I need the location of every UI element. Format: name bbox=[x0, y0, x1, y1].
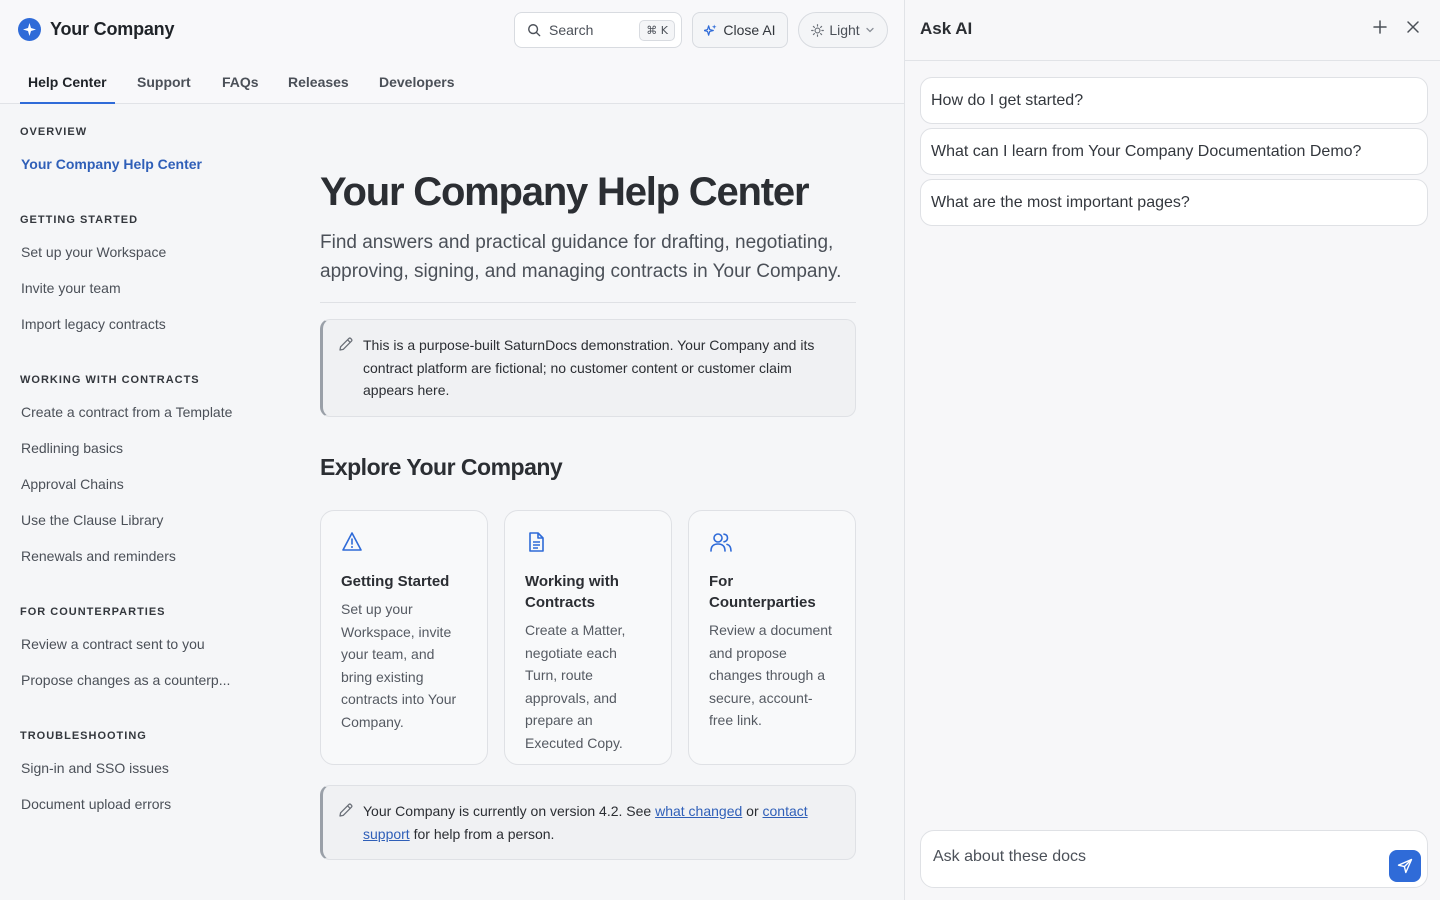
chevron-down-icon bbox=[866, 27, 874, 33]
sidebar-item-redlining[interactable]: Redlining basics bbox=[21, 440, 123, 456]
docs-area: Your Company Search ⌘ K Close AI Light H… bbox=[0, 0, 904, 900]
sidebar-item-invite-team[interactable]: Invite your team bbox=[21, 280, 121, 296]
sidebar-heading-troubleshooting: TROUBLESHOOTING bbox=[20, 730, 147, 742]
card-description: Create a Matter, negotiate each Turn, ro… bbox=[525, 622, 626, 751]
tab-releases[interactable]: Releases bbox=[288, 60, 349, 104]
pencil-icon bbox=[338, 336, 354, 359]
sparkle-icon bbox=[704, 23, 717, 36]
page-lead: Find answers and practical guidance for … bbox=[320, 232, 842, 282]
close-ai-label: Close AI bbox=[723, 22, 776, 38]
sidebar-heading-working: WORKING WITH CONTRACTS bbox=[20, 374, 200, 386]
sun-icon bbox=[811, 23, 825, 37]
pencil-icon bbox=[338, 802, 354, 825]
ask-ai-input[interactable] bbox=[933, 845, 1373, 869]
send-button[interactable] bbox=[1389, 850, 1421, 882]
tab-developers[interactable]: Developers bbox=[379, 60, 454, 104]
card-working-with-contracts[interactable]: Working with Contracts Create a Matter, … bbox=[504, 510, 672, 765]
ask-ai-panel: Ask AI How do I get started? What can I … bbox=[904, 0, 1440, 900]
sidebar-heading-getting-started: GETTING STARTED bbox=[20, 214, 139, 226]
card-title: For Counterparties bbox=[709, 573, 816, 611]
brand-name: Your Company bbox=[50, 19, 175, 39]
card-title: Getting Started bbox=[341, 573, 450, 590]
ask-ai-header: Ask AI bbox=[905, 0, 1440, 61]
rocket-icon bbox=[341, 531, 467, 553]
suggestion-important-pages[interactable]: What are the most important pages? bbox=[920, 179, 1428, 226]
sidebar-item-approval-chains[interactable]: Approval Chains bbox=[21, 476, 124, 492]
sidebar-item-setup-workspace[interactable]: Set up your Workspace bbox=[21, 244, 166, 260]
sidebar-item-sso-issues[interactable]: Sign-in and SSO issues bbox=[21, 760, 169, 776]
sidebar-item-create-from-template[interactable]: Create a contract from a Template bbox=[21, 404, 232, 420]
close-ai-button[interactable]: Close AI bbox=[692, 12, 788, 48]
divider bbox=[320, 302, 856, 303]
version-note-text-before: Your Company is currently on version 4.2… bbox=[363, 803, 656, 819]
page-title: Your Company Help Center bbox=[320, 170, 810, 214]
search-icon bbox=[528, 24, 541, 37]
tab-support[interactable]: Support bbox=[137, 60, 191, 104]
send-icon bbox=[1397, 858, 1413, 874]
suggestion-get-started[interactable]: How do I get started? bbox=[920, 77, 1428, 124]
ask-ai-title: Ask AI bbox=[920, 19, 973, 38]
sidebar-item-import-legacy[interactable]: Import legacy contracts bbox=[21, 316, 166, 332]
app-root: Your Company Search ⌘ K Close AI Light H… bbox=[0, 0, 1440, 900]
tab-faqs[interactable]: FAQs bbox=[222, 60, 259, 104]
tab-help-center[interactable]: Help Center bbox=[20, 60, 115, 104]
document-icon bbox=[525, 531, 651, 553]
card-description: Review a document and propose changes th… bbox=[709, 622, 832, 728]
top-tabs: Help Center Support FAQs Releases Develo… bbox=[0, 60, 904, 104]
card-for-counterparties[interactable]: For Counterparties Review a document and… bbox=[688, 510, 856, 765]
what-changed-link[interactable]: what changed bbox=[655, 803, 742, 819]
users-icon bbox=[709, 531, 835, 553]
top-bar: Your Company Search ⌘ K Close AI Light bbox=[0, 0, 904, 60]
theme-selector[interactable]: Light bbox=[798, 12, 888, 48]
sidebar-item-renewals[interactable]: Renewals and reminders bbox=[21, 548, 176, 564]
card-title: Working with Contracts bbox=[525, 573, 619, 611]
theme-label: Light bbox=[829, 22, 860, 38]
search-shortcut: ⌘ K bbox=[639, 19, 675, 41]
sidebar-item-propose-changes[interactable]: Propose changes as a counterp... bbox=[21, 672, 230, 688]
close-icon[interactable] bbox=[1406, 20, 1420, 39]
version-note-text-middle: or bbox=[742, 803, 763, 819]
explore-heading: Explore Your Company bbox=[320, 454, 563, 480]
sidebar-heading-counterparties: FOR COUNTERPARTIES bbox=[20, 606, 166, 618]
version-note-callout: Your Company is currently on version 4.2… bbox=[320, 785, 856, 860]
brand[interactable]: Your Company bbox=[18, 18, 174, 41]
sidebar-item-clause-library[interactable]: Use the Clause Library bbox=[21, 512, 163, 528]
sidebar-heading-overview: OVERVIEW bbox=[20, 126, 88, 138]
demo-note-callout: This is a purpose-built SaturnDocs demon… bbox=[320, 319, 856, 417]
search-button[interactable]: Search ⌘ K bbox=[514, 12, 682, 48]
search-label: Search bbox=[549, 22, 594, 38]
ask-ai-input-box bbox=[920, 830, 1428, 888]
sidebar-item-review-contract[interactable]: Review a contract sent to you bbox=[21, 636, 205, 652]
sparkle-logo-icon bbox=[18, 18, 41, 41]
suggestion-what-can-i-learn[interactable]: What can I learn from Your Company Docum… bbox=[920, 128, 1428, 175]
sidebar-item-help-center[interactable]: Your Company Help Center bbox=[21, 156, 202, 172]
demo-note-text: This is a purpose-built SaturnDocs demon… bbox=[363, 337, 815, 398]
card-description: Set up your Workspace, invite your team,… bbox=[341, 601, 457, 730]
version-note-text-after: for help from a person. bbox=[409, 825, 555, 842]
sidebar-nav: OVERVIEW Your Company Help Center GETTIN… bbox=[0, 104, 290, 900]
sidebar-item-upload-errors[interactable]: Document upload errors bbox=[21, 796, 171, 812]
card-getting-started[interactable]: Getting Started Set up your Workspace, i… bbox=[320, 510, 488, 765]
new-chat-icon[interactable] bbox=[1373, 20, 1387, 39]
